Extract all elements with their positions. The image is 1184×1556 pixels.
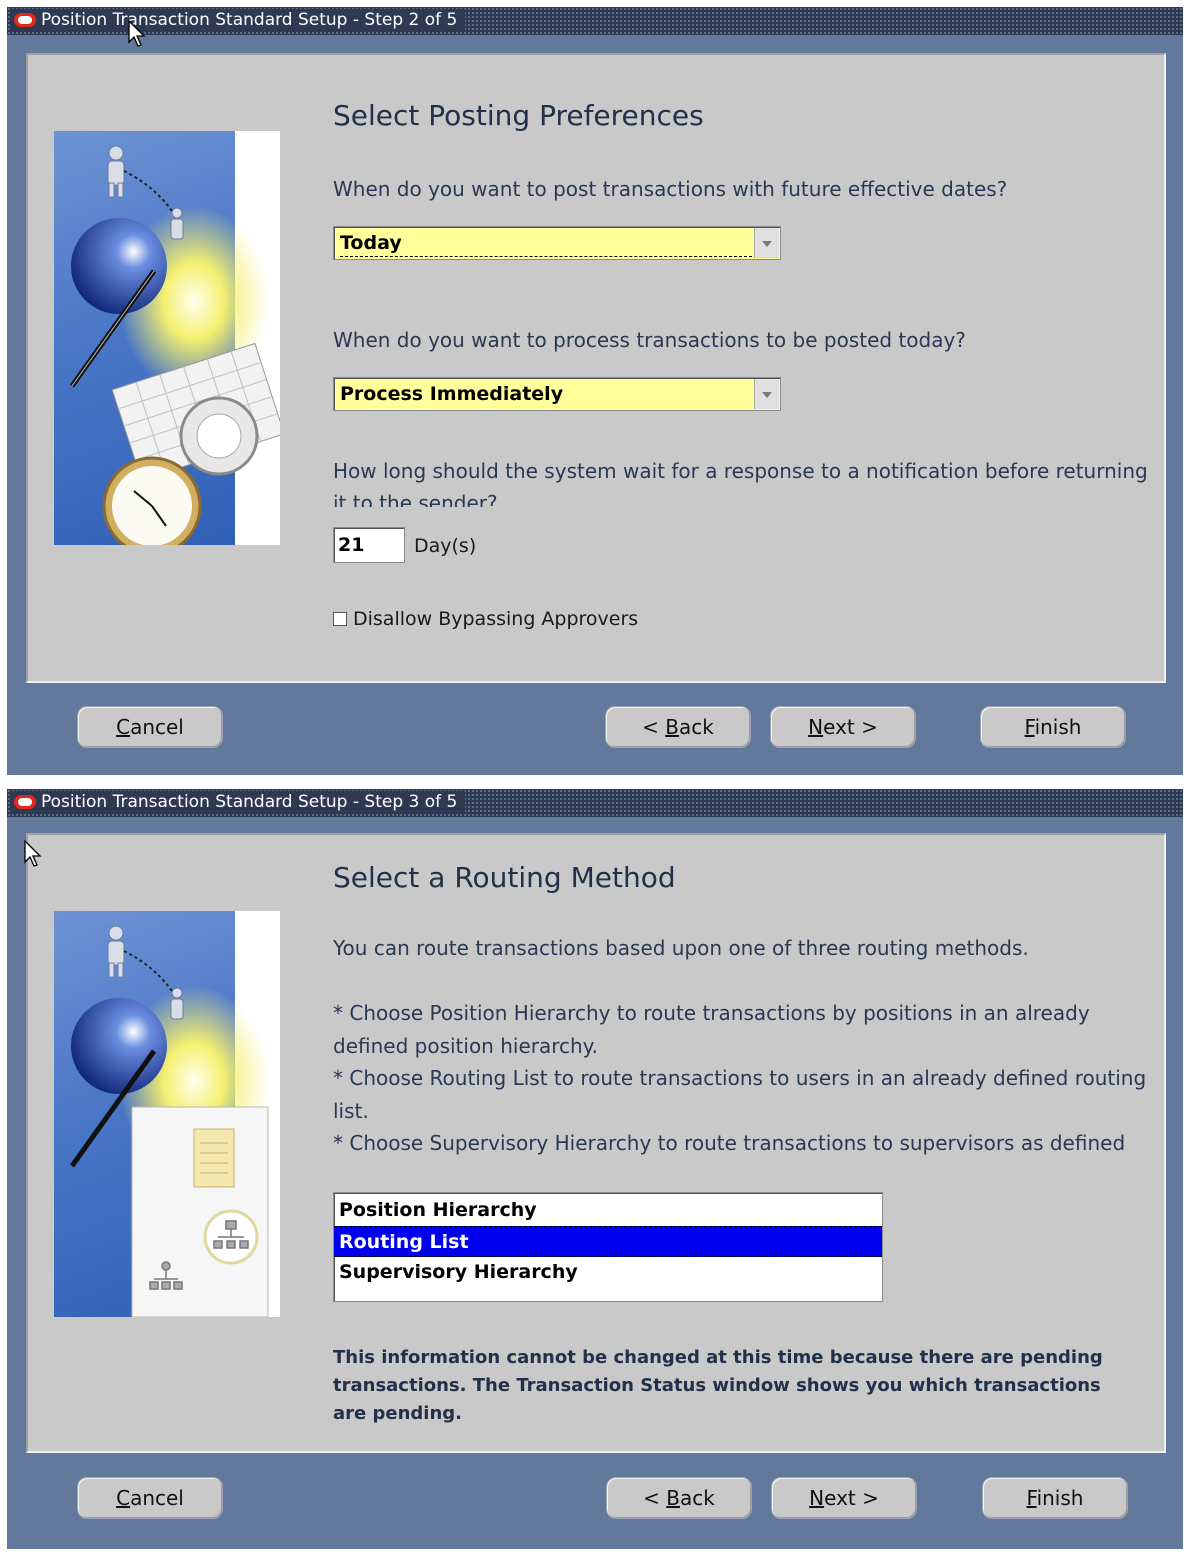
finish-button-label: inish: [1036, 1486, 1084, 1510]
cancel-button[interactable]: Cancel: [77, 1477, 223, 1519]
wizard-window-step2: Position Transaction Standard Setup - St…: [7, 7, 1183, 775]
wizard-window-step3: Position Transaction Standard Setup - St…: [7, 789, 1183, 1549]
routing-descriptions: * Choose Position Hierarchy to route tra…: [333, 997, 1163, 1155]
wait-time-question: How long should the system wait for a re…: [333, 459, 1148, 507]
illustration-graphic: [69, 145, 280, 545]
cancel-button[interactable]: Cancel: [77, 706, 223, 748]
back-button-label: ack: [680, 1486, 715, 1510]
chevron-down-icon[interactable]: [754, 379, 779, 409]
back-button[interactable]: < Back: [606, 1477, 752, 1519]
routing-intro: You can route transactions based upon on…: [333, 936, 1029, 960]
finish-button-label: inish: [1034, 715, 1082, 739]
routing-method-list[interactable]: Position Hierarchy Routing List Supervis…: [333, 1192, 883, 1302]
finish-button[interactable]: Finish: [982, 1477, 1128, 1519]
post-future-select-value: Today: [340, 230, 752, 257]
oracle-logo-icon: [14, 795, 36, 809]
next-button-label: ext >: [823, 715, 878, 739]
title-bar[interactable]: Position Transaction Standard Setup - St…: [7, 789, 1183, 817]
page-heading: Select Posting Preferences: [333, 99, 704, 132]
list-item[interactable]: Position Hierarchy: [334, 1195, 882, 1226]
oracle-logo-icon: [14, 13, 36, 27]
disallow-bypass-label[interactable]: Disallow Bypassing Approvers: [353, 608, 638, 630]
chevron-down-icon[interactable]: [754, 228, 779, 258]
title-bar[interactable]: Position Transaction Standard Setup - St…: [7, 7, 1183, 35]
content-panel: Select a Routing Method You can route tr…: [26, 833, 1166, 1453]
finish-button[interactable]: Finish: [980, 706, 1126, 748]
list-item[interactable]: Supervisory Hierarchy: [334, 1257, 882, 1288]
next-button[interactable]: Next >: [771, 1477, 917, 1519]
pending-warning: This information cannot be changed at th…: [333, 1347, 1103, 1424]
wizard-illustration: [54, 911, 280, 1317]
content-panel: Select Posting Preferences When do you w…: [26, 53, 1166, 683]
wait-days-unit: Day(s): [414, 535, 477, 557]
list-item[interactable]: Routing List: [334, 1226, 882, 1257]
page-heading: Select a Routing Method: [333, 861, 676, 894]
window-title: Position Transaction Standard Setup - St…: [41, 10, 458, 30]
bullet-routing-list: * Choose Routing List to route transacti…: [333, 1066, 1147, 1123]
post-future-select[interactable]: Today: [333, 226, 781, 260]
back-button-label: ack: [679, 715, 714, 739]
window-title: Position Transaction Standard Setup - St…: [41, 792, 458, 812]
bullet-supervisory-hierarchy: * Choose Supervisory Hierarchy to route …: [333, 1131, 1126, 1155]
wait-days-input[interactable]: 21: [333, 527, 405, 563]
process-today-select-value: Process Immediately: [340, 383, 564, 405]
next-button[interactable]: Next >: [770, 706, 916, 748]
process-today-question: When do you want to process transactions…: [333, 328, 966, 352]
illustration-graphic: [69, 925, 269, 1317]
window-title-wrap: Position Transaction Standard Setup - St…: [11, 9, 466, 31]
next-button-label: ext >: [824, 1486, 879, 1510]
window-title-wrap: Position Transaction Standard Setup - St…: [11, 791, 466, 813]
bullet-position-hierarchy: * Choose Position Hierarchy to route tra…: [333, 1001, 1090, 1058]
future-dates-question: When do you want to post transactions wi…: [333, 177, 1008, 201]
wizard-illustration: [54, 131, 280, 545]
cancel-button-label: ancel: [130, 1486, 184, 1510]
process-today-select[interactable]: Process Immediately: [333, 377, 781, 411]
disallow-bypass-checkbox[interactable]: [333, 612, 347, 626]
back-button[interactable]: < Back: [605, 706, 751, 748]
cancel-button-label: ancel: [130, 715, 184, 739]
